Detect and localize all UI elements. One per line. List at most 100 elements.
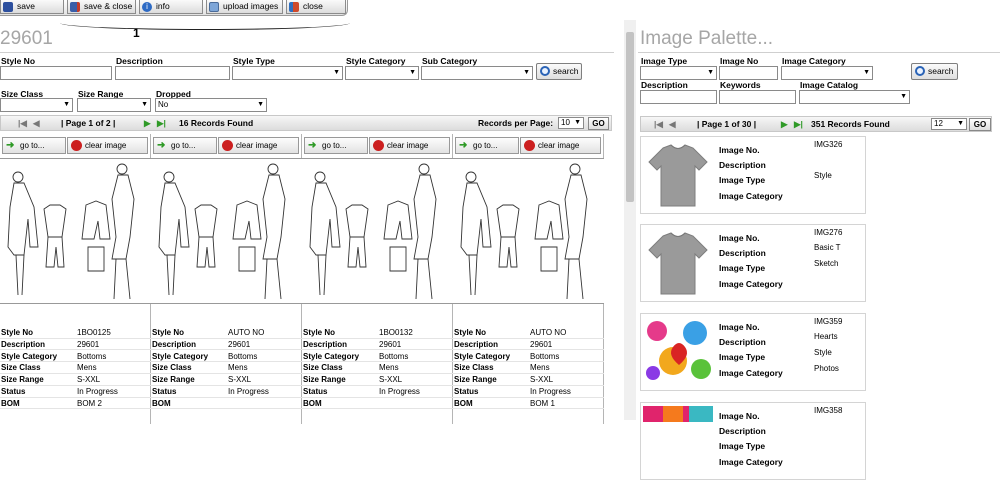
- card-field-row: Status In Progress: [302, 386, 453, 398]
- green-arrow-icon: ➜: [459, 140, 468, 151]
- style-image[interactable]: [151, 158, 302, 304]
- records-per-page-select[interactable]: 10: [558, 117, 584, 129]
- image-type-label: Image Type: [719, 352, 766, 362]
- style-type-label: Style Type: [233, 56, 275, 66]
- card-field-row: Description 29601: [453, 339, 604, 351]
- description-input[interactable]: [115, 66, 230, 80]
- go-to-button[interactable]: ➜ go to...: [153, 137, 217, 154]
- search-icon: [915, 66, 925, 76]
- size-class-select[interactable]: [0, 98, 73, 112]
- go-to-button[interactable]: ➜ go to...: [2, 137, 66, 154]
- image-catalog-select[interactable]: [799, 90, 910, 104]
- dropped-select[interactable]: No: [155, 98, 267, 112]
- style-image[interactable]: [302, 158, 453, 304]
- palette-thumbnail[interactable]: [643, 228, 713, 298]
- image-catalog-label: Image Catalog: [800, 80, 859, 90]
- save-button[interactable]: save: [0, 0, 64, 14]
- scrollbar-thumb[interactable]: [626, 32, 634, 202]
- palette-item[interactable]: Image No. Description Image Type Image C…: [640, 136, 866, 214]
- image-type-label: Image Type: [719, 263, 766, 273]
- go-button[interactable]: GO: [588, 117, 609, 130]
- floppy-disk-icon: [3, 2, 13, 12]
- go-button[interactable]: GO: [969, 118, 991, 131]
- card-field-value: S-XXL: [530, 375, 554, 385]
- sub-category-select[interactable]: [421, 66, 533, 80]
- description-label: Description: [719, 337, 766, 347]
- image-category-label: Image Category: [719, 191, 783, 201]
- style-image[interactable]: [0, 158, 151, 304]
- clear-image-button[interactable]: clear image: [218, 137, 299, 154]
- description-label: Description: [719, 426, 766, 436]
- prev-page-icon[interactable]: ◀: [33, 116, 40, 130]
- card-field-label: Status: [303, 387, 328, 396]
- go-to-button[interactable]: ➜ go to...: [304, 137, 368, 154]
- palette-search-button[interactable]: search: [911, 63, 958, 80]
- palette-item[interactable]: Image No. Description Image Type Image C…: [640, 224, 866, 302]
- image-category-select[interactable]: [781, 66, 873, 80]
- records-found: 351 Records Found: [811, 119, 890, 129]
- next-page-icon[interactable]: ▶: [144, 116, 151, 130]
- card-field-label: Style No: [454, 328, 487, 337]
- close-button[interactable]: close: [286, 0, 346, 14]
- upload-images-icon: [209, 2, 219, 12]
- card-field-label: Status: [454, 387, 479, 396]
- green-arrow-icon: ➜: [6, 140, 15, 151]
- card-field-row: Size Class Mens: [302, 362, 453, 374]
- next-page-icon[interactable]: ▶: [781, 117, 788, 131]
- card-field-value: Mens: [228, 363, 248, 373]
- first-page-icon[interactable]: |◀: [18, 116, 27, 130]
- save-close-button[interactable]: save & close: [67, 0, 136, 14]
- keywords-input[interactable]: [719, 90, 796, 104]
- palette-thumbnail[interactable]: [643, 140, 713, 210]
- card-field-label: Size Class: [454, 363, 494, 373]
- last-page-icon[interactable]: ▶|: [794, 117, 803, 131]
- card-field-row: Size Class Mens: [453, 362, 604, 374]
- palette-item[interactable]: Image No. Description Image Type Image C…: [640, 402, 866, 480]
- info-button[interactable]: i info: [139, 0, 203, 14]
- first-page-icon[interactable]: |◀: [654, 117, 663, 131]
- card-field-row: Status In Progress: [0, 386, 151, 398]
- palette-description-input[interactable]: [640, 90, 717, 104]
- go-to-button[interactable]: ➜ go to...: [455, 137, 519, 154]
- clear-image-button[interactable]: clear image: [520, 137, 601, 154]
- card-field-label: Size Range: [454, 375, 497, 385]
- palette-item[interactable]: Image No. Description Image Type Image C…: [640, 313, 866, 391]
- style-sketch-image: [460, 163, 588, 300]
- keywords-label: Keywords: [720, 80, 761, 90]
- search-button[interactable]: search: [536, 63, 582, 80]
- clear-image-button[interactable]: clear image: [369, 137, 450, 154]
- upload-images-button[interactable]: upload images: [206, 0, 283, 14]
- annotation-number: 1: [133, 26, 140, 40]
- card-field-value: S-XXL: [228, 375, 252, 385]
- last-page-icon[interactable]: ▶|: [157, 116, 166, 130]
- card-field-row: BOM: [302, 398, 453, 410]
- card-field-value: AUTO NO: [530, 328, 567, 337]
- image-no-label: Image No.: [719, 145, 760, 155]
- description-label: Description: [116, 56, 163, 66]
- style-category-select[interactable]: [345, 66, 419, 80]
- clear-image-button[interactable]: clear image: [67, 137, 148, 154]
- card-field-label: Style Category: [1, 351, 58, 361]
- card-field-value: 29601: [530, 339, 553, 349]
- card-field-value: BOM 1: [530, 398, 555, 408]
- card-field-label: Size Range: [303, 375, 346, 385]
- card-field-value: In Progress: [77, 387, 118, 396]
- palette-thumbnail[interactable]: [643, 406, 713, 476]
- records-per-page-select[interactable]: 12: [931, 118, 967, 130]
- image-no-label: Image No: [720, 56, 759, 66]
- image-no-input[interactable]: [719, 66, 778, 80]
- style-category-label: Style Category: [346, 56, 406, 66]
- style-type-select[interactable]: [232, 66, 343, 80]
- style-image[interactable]: [453, 158, 604, 304]
- palette-thumbnail[interactable]: [643, 317, 713, 387]
- card-field-row: Style Category Bottoms: [453, 351, 604, 363]
- size-range-select[interactable]: [77, 98, 151, 112]
- card-field-row: Size Range S-XXL: [453, 374, 604, 386]
- image-type-select[interactable]: [640, 66, 717, 80]
- style-sketch-image: [158, 163, 286, 300]
- card-field-value: Bottoms: [530, 351, 560, 361]
- style-no-input[interactable]: [0, 66, 112, 80]
- style-sketch-image: [7, 163, 135, 300]
- card-field-value: Bottoms: [379, 351, 409, 361]
- prev-page-icon[interactable]: ◀: [669, 117, 676, 131]
